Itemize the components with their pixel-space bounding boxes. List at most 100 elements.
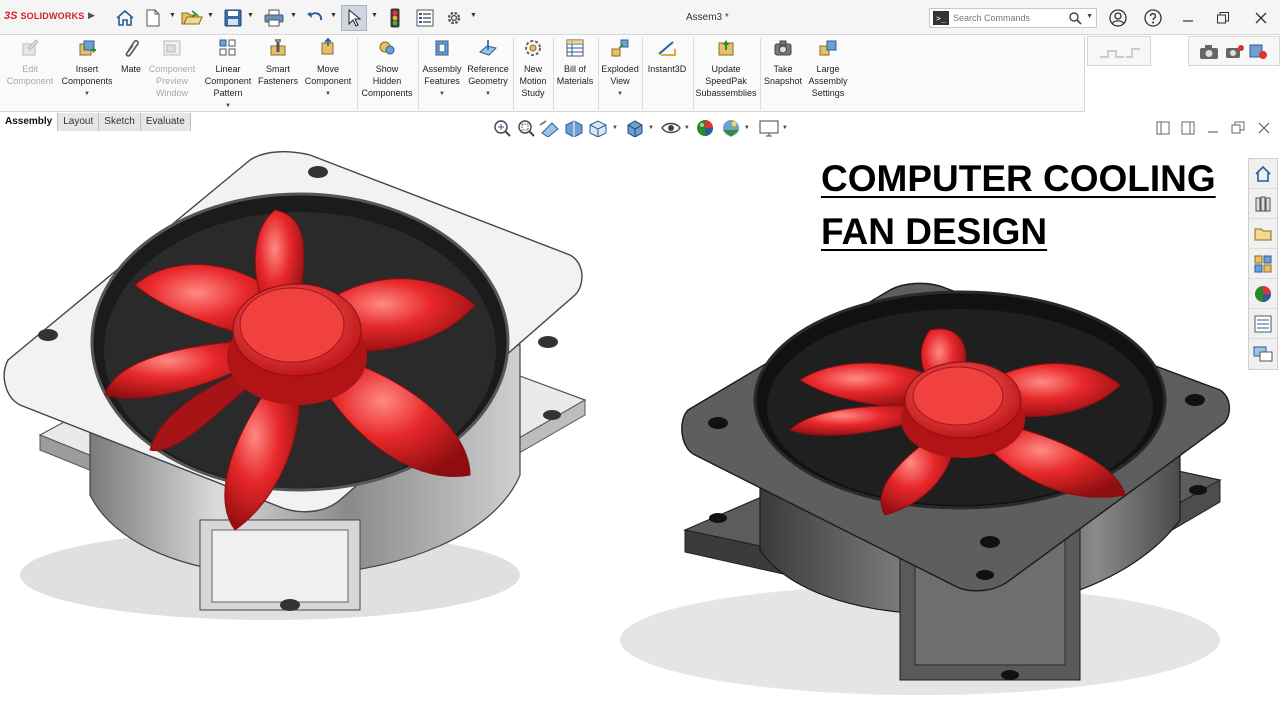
split-vertical-icon[interactable] (1155, 120, 1171, 136)
apply-scene-caret[interactable]: ▼ (744, 125, 750, 131)
viewport-restore-icon[interactable] (1230, 120, 1246, 136)
search-dropdown-caret[interactable]: ▼ (1086, 13, 1093, 20)
task-pane-home-icon[interactable] (1249, 159, 1277, 189)
move-component-dropdown-caret[interactable]: ▼ (300, 88, 356, 100)
insert-components-button[interactable]: Insert Components ▼ (58, 38, 116, 100)
open-dropdown-caret[interactable]: ▼ (207, 12, 214, 19)
reference-geometry-button[interactable]: Reference Geometry ▼ (464, 38, 512, 100)
save-icon[interactable] (222, 6, 244, 30)
render-camera-icon[interactable] (1225, 43, 1245, 61)
restore-window-icon[interactable] (1213, 8, 1233, 28)
sketch-step-icon[interactable] (1098, 43, 1142, 61)
search-input[interactable] (953, 10, 1071, 26)
minimize-window-icon[interactable] (1178, 8, 1198, 28)
view-settings-caret[interactable]: ▼ (782, 125, 788, 131)
linear-pattern-icon (219, 39, 236, 56)
take-snapshot-button[interactable]: Take Snapshot (761, 38, 805, 87)
large-assembly-settings-button[interactable]: Large Assembly Settings (805, 38, 851, 99)
assembly-features-icon (435, 40, 449, 56)
forum-icon[interactable] (1249, 339, 1277, 369)
logo-mark: 3S (4, 10, 18, 22)
large-assembly-icon (819, 40, 837, 56)
linear-component-pattern-button[interactable]: Linear Component Pattern ▼ (200, 38, 256, 112)
move-component-button[interactable]: Move Component ▼ (300, 37, 356, 100)
previous-view-icon[interactable] (538, 119, 562, 137)
tab-evaluate[interactable]: Evaluate (140, 113, 191, 131)
file-properties-icon[interactable] (414, 6, 436, 30)
custom-properties-icon[interactable] (1249, 309, 1277, 339)
select-dropdown-caret[interactable]: ▼ (371, 12, 378, 19)
help-icon[interactable] (1143, 8, 1163, 28)
update-speedpak-button[interactable]: Update SpeedPak Subassemblies (694, 38, 758, 99)
apply-scene-icon[interactable] (720, 118, 742, 138)
rebuild-traffic-light-icon[interactable] (385, 6, 405, 30)
select-arrow-icon[interactable] (341, 5, 367, 31)
component-preview-window-button[interactable]: Component Preview Window (146, 38, 198, 99)
print-icon[interactable] (262, 6, 286, 30)
insert-components-dropdown-caret[interactable]: ▼ (58, 88, 116, 100)
instant3d-button[interactable]: Instant3D (643, 38, 691, 75)
zoom-to-area-icon[interactable] (514, 119, 538, 137)
move-component-label: Move Component (304, 64, 352, 86)
undo-icon[interactable] (304, 6, 326, 30)
display-style-icon[interactable] (624, 119, 646, 137)
new-motion-study-label: New Motion Study (519, 64, 547, 98)
tab-layout[interactable]: Layout (58, 113, 100, 131)
display-style-caret[interactable]: ▼ (648, 125, 654, 131)
view-orientation-icon[interactable] (586, 119, 610, 137)
zoom-to-fit-icon[interactable] (492, 119, 514, 137)
open-icon[interactable] (181, 6, 203, 30)
edit-appearance-icon[interactable] (694, 118, 716, 138)
cooling-fan-model-silver[interactable] (0, 145, 600, 645)
close-window-icon[interactable] (1251, 8, 1271, 28)
exploded-view-dropdown-caret[interactable]: ▼ (599, 88, 641, 100)
search-icon[interactable] (1069, 12, 1082, 25)
edit-component-button[interactable]: Edit Component (2, 38, 58, 87)
appearance-icon[interactable] (1249, 43, 1269, 61)
menu-expand-icon[interactable]: ▶ (88, 10, 95, 21)
camera-icon[interactable] (1199, 43, 1219, 61)
assembly-features-dropdown-caret[interactable]: ▼ (420, 88, 464, 100)
view-orientation-caret[interactable]: ▼ (612, 125, 618, 131)
headline-line-1: COMPUTER COOLING (821, 158, 1216, 199)
assembly-features-button[interactable]: Assembly Features ▼ (420, 38, 464, 100)
mount-hole (976, 570, 994, 580)
component-preview-window-label: Component Preview Window (148, 64, 196, 98)
appearances-scenes-icon[interactable] (1249, 279, 1277, 309)
search-commands-box[interactable]: >_ ▼ (929, 8, 1097, 28)
show-hidden-components-button[interactable]: Show Hidden Components (358, 38, 416, 99)
app-name: SOLIDWORKS (20, 11, 85, 21)
home-icon[interactable] (114, 6, 136, 30)
section-view-icon[interactable] (562, 119, 586, 137)
exploded-view-button[interactable]: Exploded View ▼ (599, 38, 641, 100)
file-explorer-icon[interactable] (1249, 219, 1277, 249)
new-dropdown-caret[interactable]: ▼ (169, 12, 176, 19)
undo-dropdown-caret[interactable]: ▼ (330, 12, 337, 19)
mate-button[interactable]: Mate (116, 38, 146, 75)
options-gear-icon[interactable] (443, 6, 465, 30)
linear-pattern-dropdown-caret[interactable]: ▼ (200, 100, 256, 112)
bill-of-materials-button[interactable]: Bill of Materials (554, 38, 596, 87)
smart-fasteners-button[interactable]: Smart Fasteners (256, 38, 300, 87)
reference-geometry-label: Reference Geometry (467, 64, 509, 86)
options-dropdown-caret[interactable]: ▼ (470, 12, 477, 19)
reference-geometry-dropdown-caret[interactable]: ▼ (464, 88, 512, 100)
split-horizontal-icon[interactable] (1180, 120, 1196, 136)
hide-show-caret[interactable]: ▼ (684, 125, 690, 131)
hide-show-items-icon[interactable] (660, 119, 682, 137)
tab-sketch[interactable]: Sketch (99, 113, 141, 131)
design-library-icon[interactable] (1249, 189, 1277, 219)
view-settings-icon[interactable] (758, 119, 780, 137)
save-dropdown-caret[interactable]: ▼ (247, 12, 254, 19)
viewport-close-icon[interactable] (1256, 120, 1272, 136)
new-motion-study-button[interactable]: New Motion Study (514, 38, 552, 99)
cooling-fan-model-dark[interactable] (620, 280, 1240, 705)
edit-component-icon (22, 39, 39, 56)
print-dropdown-caret[interactable]: ▼ (290, 12, 297, 19)
viewport-minimize-icon[interactable] (1205, 120, 1221, 136)
tab-assembly[interactable]: Assembly (0, 113, 59, 131)
new-document-icon[interactable] (143, 6, 163, 30)
solidworks-logo[interactable]: 3S SOLIDWORKS (4, 10, 84, 22)
view-palette-icon[interactable] (1249, 249, 1277, 279)
user-account-icon[interactable] (1108, 8, 1128, 28)
